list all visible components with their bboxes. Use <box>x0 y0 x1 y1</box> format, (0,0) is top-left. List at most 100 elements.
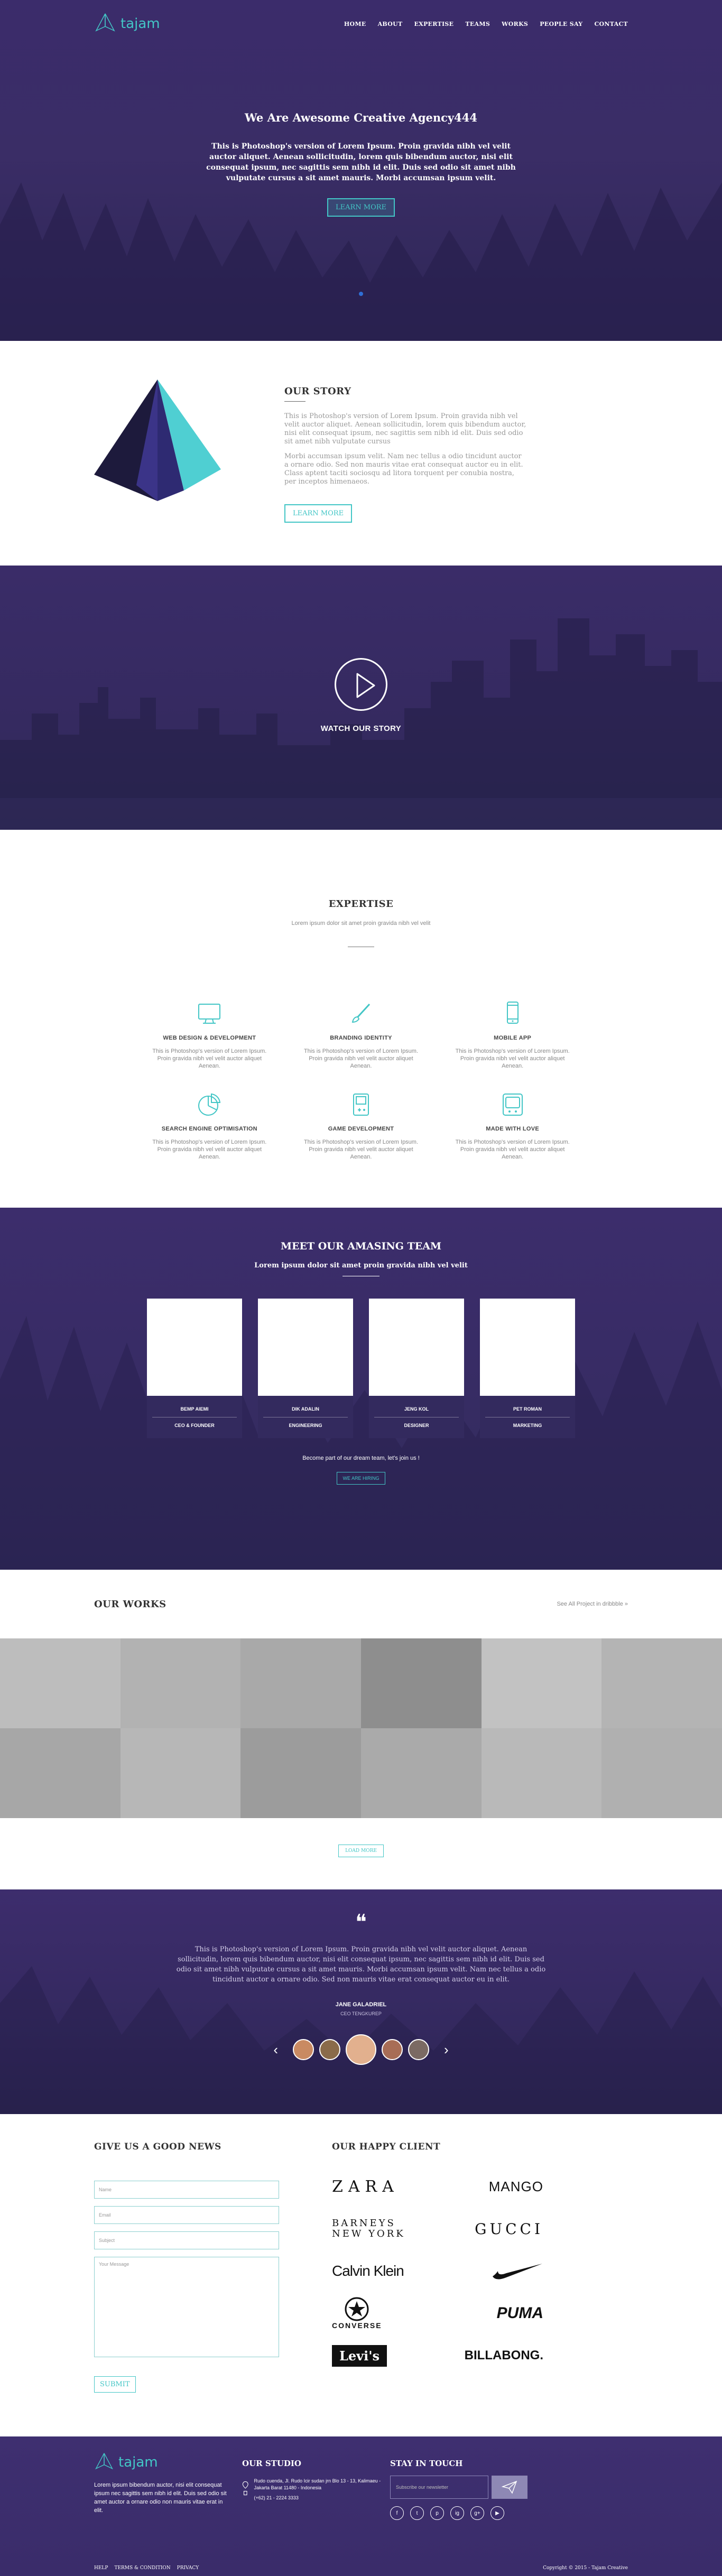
testimonial-section: ❝ This is Photoshop's version of Lorem I… <box>0 1889 722 2114</box>
expertise-item-title: WEB DESIGN & DEVELOPMENT <box>163 1035 256 1041</box>
quote-icon: ❝ <box>355 1910 367 1934</box>
youtube-icon[interactable]: ▶ <box>490 2506 504 2520</box>
work-tile[interactable] <box>0 1638 121 1728</box>
pinterest-icon[interactable]: p <box>430 2506 444 2520</box>
avatar-active[interactable] <box>346 2034 376 2065</box>
expertise-title: EXPERTISE <box>328 898 394 910</box>
slider-dot[interactable] <box>359 292 363 296</box>
work-tile[interactable] <box>120 1638 241 1728</box>
load-more-button[interactable]: LOAD MORE <box>338 1845 384 1857</box>
instagram-icon[interactable]: ig <box>450 2506 464 2520</box>
menu-item-expertise[interactable]: EXPERTISE <box>414 21 453 27</box>
clients: OUR HAPPY CLIENT ZARA MANGO BARNEYS NEW … <box>332 2142 543 2393</box>
menu-item-teams[interactable]: TEAMS <box>465 21 490 27</box>
city-skyline-background <box>0 618 722 830</box>
logo[interactable]: tajam <box>94 13 160 35</box>
expertise-item-title: MOBILE APP <box>494 1035 532 1041</box>
work-tile[interactable] <box>601 1728 722 1818</box>
hero-learn-more-button[interactable]: LEARN MORE <box>327 198 395 217</box>
story-paragraph-2: Morbi accumsan ipsum velit. Nam nec tell… <box>284 452 523 486</box>
stay-in-touch-title: STAY IN TOUCH <box>390 2459 463 2468</box>
expertise-item: MADE WITH LOVE This is Photoshop's versi… <box>437 1091 588 1161</box>
testimonial-name: JANE GALADRIEL <box>335 2002 387 2008</box>
team-member-card[interactable]: BEMP AIEMI CEO & FOUNDER <box>147 1299 242 1438</box>
avatar[interactable] <box>293 2039 314 2060</box>
hero-content: We Are Awesome Creative Agency444 This i… <box>0 111 722 217</box>
newsletter-input[interactable]: Subscribe our newsletter <box>390 2476 488 2499</box>
prev-arrow-icon[interactable]: ‹ <box>273 2042 278 2058</box>
work-tile[interactable] <box>601 1638 722 1728</box>
testimonial-role: CEO TENGKUREP <box>340 2011 382 2016</box>
works-title: OUR WORKS <box>94 1598 166 1610</box>
brush-icon <box>351 1003 371 1023</box>
contact-form: GIVE US A GOOD NEWS Name Email Subject Y… <box>94 2142 315 2393</box>
studio-title: OUR STUDIO <box>242 2459 302 2468</box>
work-tile[interactable] <box>240 1638 361 1728</box>
story-paragraph-1: This is Photoshop's version of Lorem Ips… <box>284 412 526 446</box>
next-arrow-icon[interactable]: › <box>444 2042 449 2058</box>
facebook-icon[interactable]: f <box>390 2506 404 2520</box>
avatar[interactable] <box>382 2039 403 2060</box>
member-name: PET ROMAN <box>513 1406 542 1412</box>
work-tile[interactable] <box>361 1728 482 1818</box>
hiring-button[interactable]: WE ARE HIRING <box>337 1472 385 1485</box>
clients-title: OUR HAPPY CLIENT <box>332 2142 441 2152</box>
team-member-card[interactable]: JENG KOL DESIGNER <box>369 1299 464 1438</box>
menu-item-works[interactable]: WORKS <box>502 21 528 27</box>
expertise-section: EXPERTISE Lorem ipsum dolor sit amet pro… <box>0 830 722 1208</box>
work-tile[interactable] <box>0 1728 121 1818</box>
team-member-card[interactable]: PET ROMAN MARKETING <box>480 1299 575 1438</box>
subject-field[interactable]: Subject <box>94 2231 279 2249</box>
team-section: MEET OUR AMASING TEAM Lorem ipsum dolor … <box>0 1208 722 1570</box>
twitter-icon[interactable]: t <box>410 2506 424 2520</box>
footer-about: Lorem ipsum bibendum auctor, nisi elit c… <box>94 2482 227 2514</box>
client-logo-gucci: GUCCI <box>475 2220 543 2238</box>
expertise-grid: WEB DESIGN & DEVELOPMENT This is Photosh… <box>134 1000 588 1161</box>
card-caption: JENG KOL DESIGNER <box>369 1396 464 1438</box>
dribbble-link[interactable]: See All Project in dribbble » <box>557 1601 628 1607</box>
client-logo-barneys: BARNEYS NEW YORK <box>332 2218 405 2239</box>
play-button[interactable] <box>335 658 387 711</box>
work-tile[interactable] <box>120 1728 241 1818</box>
nike-swoosh-icon <box>493 2264 542 2280</box>
member-role: MARKETING <box>513 1422 542 1428</box>
video-section: WATCH OUR STORY <box>0 566 722 830</box>
help-link[interactable]: HELP <box>94 2565 108 2571</box>
menu-item-about[interactable]: ABOUT <box>378 21 403 27</box>
work-tile[interactable] <box>361 1638 482 1728</box>
monitor-icon <box>198 1004 221 1024</box>
privacy-link[interactable]: PRIVACY <box>177 2565 199 2571</box>
member-name: JENG KOL <box>404 1406 429 1412</box>
footer-logo[interactable]: tajam <box>94 2452 242 2472</box>
title-underline <box>284 401 306 402</box>
work-tile[interactable] <box>481 1728 602 1818</box>
expertise-subtitle: Lorem ipsum dolor sit amet proin gravida… <box>291 920 431 926</box>
expertise-item: BRANDING IDENTITY This is Photoshop's ve… <box>285 1000 437 1070</box>
name-field[interactable]: Name <box>94 2181 279 2199</box>
team-subtitle: Lorem ipsum dolor sit amet proin gravida… <box>254 1262 468 1270</box>
avatar[interactable] <box>319 2039 340 2060</box>
team-member-card[interactable]: DIK ADALIN ENGINEERING <box>258 1299 353 1438</box>
submit-button[interactable]: SUBMIT <box>94 2376 136 2393</box>
work-tile[interactable] <box>240 1728 361 1818</box>
clients-grid: ZARA MANGO BARNEYS NEW YORK GUCCI Calvin… <box>332 2173 543 2369</box>
expertise-item-text: This is Photoshop's version of Lorem Ips… <box>303 1139 419 1160</box>
terms-link[interactable]: TERMS & CONDITION <box>114 2565 170 2571</box>
expertise-item: GAME DEVELOPMENT This is Photoshop's ver… <box>285 1091 437 1161</box>
avatar[interactable] <box>408 2039 429 2060</box>
member-role: DESIGNER <box>404 1422 429 1428</box>
menu-item-home[interactable]: HOME <box>344 21 366 27</box>
expertise-item: MOBILE APP This is Photoshop's version o… <box>437 1000 588 1070</box>
card-caption: BEMP AIEMI CEO & FOUNDER <box>147 1396 242 1438</box>
email-field[interactable]: Email <box>94 2206 279 2224</box>
google-plus-icon[interactable]: g+ <box>470 2506 484 2520</box>
testimonial-text: This is Photoshop's version of Lorem Ips… <box>176 1945 546 1984</box>
message-field[interactable]: Your Message <box>94 2257 279 2357</box>
client-logo-converse: CONVERSE <box>332 2297 438 2330</box>
menu-item-people-say[interactable]: PEOPLE SAY <box>540 21 582 27</box>
menu-item-contact[interactable]: CONTACT <box>594 21 628 27</box>
story-learn-more-button[interactable]: LEARN MORE <box>284 504 353 523</box>
subscribe-button[interactable] <box>491 2476 527 2499</box>
work-tile[interactable] <box>481 1638 602 1728</box>
expertise-item-title: BRANDING IDENTITY <box>330 1035 392 1041</box>
